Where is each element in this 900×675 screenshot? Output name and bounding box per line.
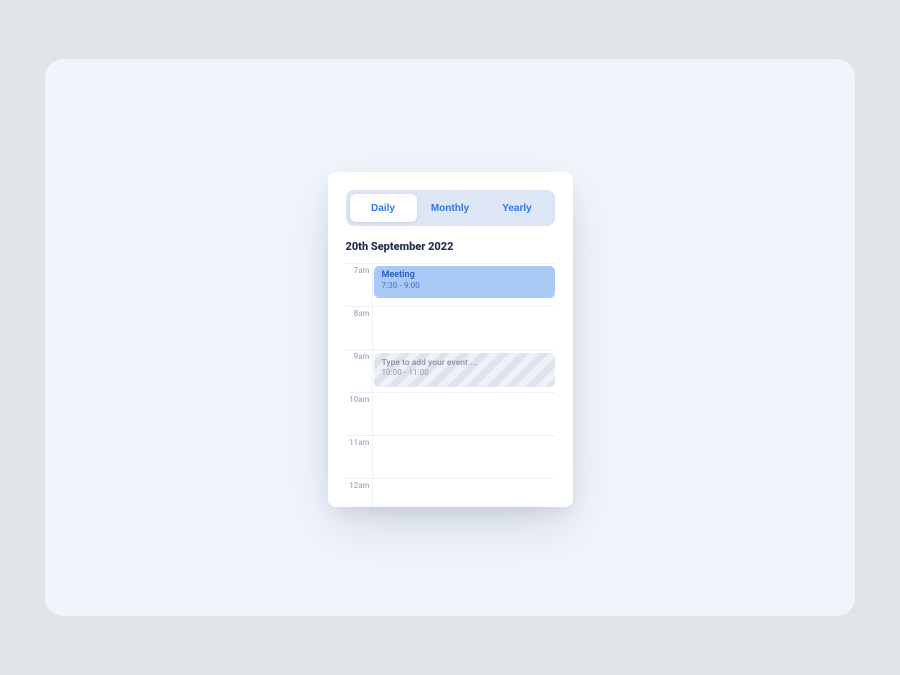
- hour-separator: [372, 479, 373, 507]
- events-layer: Meeting 7:30 - 9:00 Type to add your eve…: [374, 263, 555, 507]
- current-date: 20th September 2022: [346, 240, 555, 253]
- tab-yearly[interactable]: Yearly: [484, 194, 551, 222]
- tab-daily[interactable]: Daily: [350, 194, 417, 222]
- calendar-card: Daily Monthly Yearly 20th September 2022…: [328, 172, 573, 507]
- event-draft[interactable]: Type to add your event ... 10:00 - 11:00: [374, 353, 555, 387]
- day-timeline[interactable]: 7am 8am 9am 10am 11am 12am: [346, 263, 555, 507]
- hour-separator: [372, 350, 373, 392]
- hour-separator: [372, 393, 373, 435]
- tab-monthly[interactable]: Monthly: [417, 194, 484, 222]
- event-meeting[interactable]: Meeting 7:30 - 9:00: [374, 266, 555, 298]
- hour-separator: [372, 307, 373, 349]
- hour-label: 12am: [346, 481, 370, 490]
- hour-label: 8am: [346, 309, 370, 318]
- hour-separator: [372, 264, 373, 306]
- event-placeholder[interactable]: Type to add your event ...: [382, 358, 547, 368]
- view-segmented-control: Daily Monthly Yearly: [346, 190, 555, 226]
- event-time: 7:30 - 9:00: [382, 281, 547, 291]
- event-title: Meeting: [382, 271, 547, 281]
- hour-label: 10am: [346, 395, 370, 404]
- outer-canvas: Daily Monthly Yearly 20th September 2022…: [45, 59, 855, 616]
- hour-separator: [372, 436, 373, 478]
- hour-label: 11am: [346, 438, 370, 447]
- event-time: 10:00 - 11:00: [382, 368, 547, 378]
- hour-label: 9am: [346, 352, 370, 361]
- hour-label: 7am: [346, 266, 370, 275]
